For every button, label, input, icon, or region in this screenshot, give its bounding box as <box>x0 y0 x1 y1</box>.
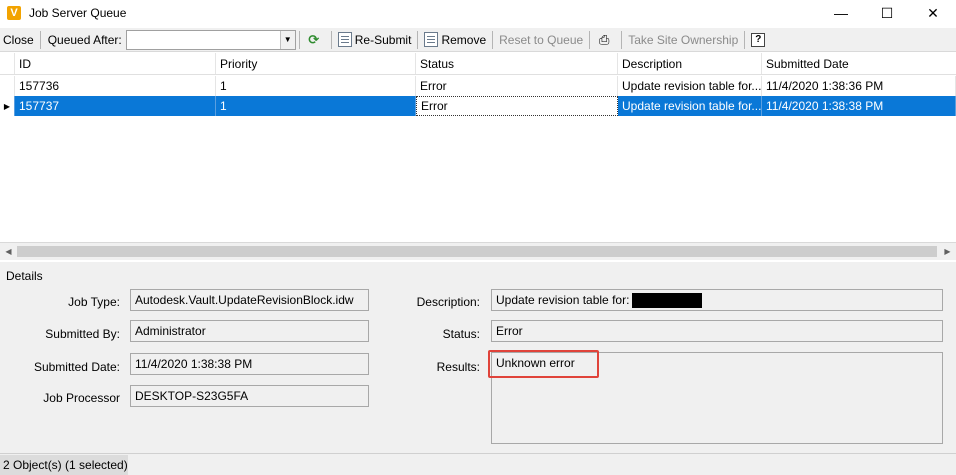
status-bar: 2 Object(s) (1 selected) <box>0 453 956 475</box>
help-button[interactable]: ? <box>748 29 771 51</box>
row-indicator-header <box>0 53 15 74</box>
dropdown-arrow-icon[interactable]: ▼ <box>279 30 295 49</box>
description-value: Update revision table for: <box>496 293 630 307</box>
toolbar-separator <box>417 30 419 49</box>
cell-submitted-date: 11/4/2020 1:38:36 PM <box>762 76 956 96</box>
column-header-submitted-date[interactable]: Submitted Date <box>762 53 956 74</box>
title-bar: V Job Server Queue — ☐ ✕ <box>0 0 956 26</box>
cell-id: 157737 <box>15 96 216 116</box>
reset-to-queue-button[interactable]: Reset to Queue <box>496 29 586 51</box>
resubmit-icon <box>337 32 352 47</box>
cell-status: Error <box>416 76 618 96</box>
results-label: Results: <box>436 360 480 374</box>
job-type-label: Job Type: <box>68 295 120 309</box>
job-type-field[interactable]: Autodesk.Vault.UpdateRevisionBlock.idw <box>130 289 369 311</box>
resubmit-button[interactable]: Re-Submit <box>335 29 415 51</box>
window-controls: — ☐ ✕ <box>818 0 956 26</box>
take-site-ownership-button[interactable]: Take Site Ownership <box>625 29 741 51</box>
refresh-button[interactable]: ⟳ <box>303 29 328 51</box>
toolbar-separator <box>744 30 746 49</box>
remove-label: Remove <box>441 32 487 47</box>
toolbar-separator <box>298 30 300 49</box>
remove-icon <box>424 32 439 47</box>
vault-app-icon: V <box>7 6 21 20</box>
toolbar-separator <box>589 30 591 49</box>
queued-after-label: Queued After: <box>47 32 122 47</box>
close-window-button[interactable]: ✕ <box>910 0 956 26</box>
submitted-by-field[interactable]: Administrator <box>130 320 369 342</box>
table-row-selected[interactable]: ▶ 157737 1 Error Update revision table f… <box>0 96 956 116</box>
cell-description: Update revision table for... <box>618 76 762 96</box>
row-indicator: ▶ <box>0 96 15 116</box>
cell-description: Update revision table for... <box>618 96 762 116</box>
cell-submitted-date: 11/4/2020 1:38:38 PM <box>762 96 956 116</box>
redaction-bar <box>632 293 703 309</box>
toolbar-separator <box>330 30 332 49</box>
horizontal-scrollbar[interactable]: ◀ ▶ <box>0 243 956 260</box>
submitted-date-field[interactable]: 11/4/2020 1:38:38 PM <box>130 353 369 375</box>
cell-priority: 1 <box>216 96 416 116</box>
details-title: Details <box>6 269 43 283</box>
queued-after-dropdown[interactable]: ▼ <box>125 29 296 50</box>
cell-status: Error <box>416 96 618 116</box>
results-highlight-annotation <box>488 350 599 378</box>
toolbar-separator <box>39 30 41 49</box>
toolbar-separator <box>492 30 494 49</box>
minimize-button[interactable]: — <box>818 0 864 26</box>
job-processor-field[interactable]: DESKTOP-S23G5FA <box>130 385 369 407</box>
print-button[interactable]: ⎙ <box>593 29 618 51</box>
description-label: Description: <box>416 295 480 309</box>
status-field[interactable]: Error <box>491 320 943 342</box>
toolbar: Close Queued After: ▼ ⟳ Re-Submit Remove… <box>0 28 956 52</box>
column-header-priority[interactable]: Priority <box>216 53 416 74</box>
window-title: Job Server Queue <box>29 6 127 20</box>
maximize-button[interactable]: ☐ <box>864 0 910 26</box>
help-icon: ? <box>751 32 766 47</box>
toolbar-separator <box>621 30 623 49</box>
grid-header: ID Priority Status Description Submitted… <box>0 53 956 75</box>
cell-id: 157736 <box>15 76 216 96</box>
job-processor-label: Job Processor <box>43 391 120 405</box>
job-queue-grid: ID Priority Status Description Submitted… <box>0 53 956 243</box>
printer-icon: ⎙ <box>598 31 610 47</box>
current-row-arrow-icon: ▶ <box>3 101 11 111</box>
column-header-description[interactable]: Description <box>618 53 762 74</box>
object-count-status: 2 Object(s) (1 selected) <box>0 455 128 475</box>
scrollbar-thumb[interactable] <box>17 246 937 257</box>
remove-button[interactable]: Remove <box>421 29 489 51</box>
description-field[interactable]: Update revision table for: <box>491 289 943 311</box>
row-indicator <box>0 76 15 96</box>
submitted-by-label: Submitted By: <box>45 327 120 341</box>
cell-priority: 1 <box>216 76 416 96</box>
submitted-date-label: Submitted Date: <box>33 360 120 374</box>
close-button[interactable]: Close <box>0 29 37 51</box>
table-row[interactable]: 157736 1 Error Update revision table for… <box>0 76 956 96</box>
scroll-left-icon[interactable]: ◀ <box>0 243 17 260</box>
column-header-id[interactable]: ID <box>15 53 216 74</box>
scroll-right-icon[interactable]: ▶ <box>939 243 956 260</box>
refresh-icon: ⟳ <box>308 31 320 47</box>
status-label: Status: <box>442 327 480 341</box>
resubmit-label: Re-Submit <box>354 32 412 47</box>
column-header-status[interactable]: Status <box>416 53 618 74</box>
